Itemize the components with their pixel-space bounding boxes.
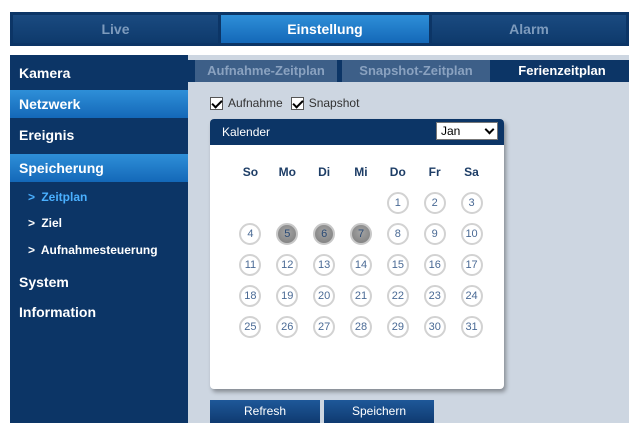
sidebar-item-speicherung[interactable]: Speicherung — [10, 154, 188, 182]
calendar-day[interactable]: 6 — [313, 223, 336, 245]
weekday-label: Fr — [428, 165, 441, 179]
aufnahme-checkbox[interactable] — [210, 96, 223, 110]
aufnahme-label: Aufnahme — [228, 96, 283, 110]
sidebar-subitem-label: Aufnahmesteuerung — [40, 243, 158, 257]
calendar-day[interactable]: 15 — [386, 254, 409, 276]
chevron-right-icon: > — [28, 243, 36, 257]
sidebar-item-information[interactable]: Information — [10, 298, 188, 326]
month-select-value: Jan — [441, 124, 461, 138]
chevron-right-icon: > — [28, 216, 36, 230]
calendar-title: Kalender — [222, 125, 271, 139]
tab-ferienzeitplan[interactable]: Ferienzeitplan — [495, 60, 629, 82]
sidebar-item-system[interactable]: System — [10, 268, 188, 296]
calendar-day[interactable]: 30 — [423, 316, 446, 338]
chevron-right-icon: > — [28, 190, 36, 204]
calendar-day[interactable]: 1 — [386, 192, 409, 214]
tab-einstellung[interactable]: Einstellung — [221, 15, 429, 43]
weekday-label: Mi — [354, 165, 368, 179]
sidebar-item-ereignis[interactable]: Ereignis — [10, 121, 188, 149]
snapshot-label: Snapshot — [308, 96, 360, 110]
tab-snapshot-zeitplan[interactable]: Snapshot-Zeitplan — [342, 60, 490, 82]
calendar-day[interactable]: 24 — [460, 285, 483, 307]
calendar-day[interactable]: 5 — [276, 223, 299, 245]
calendar-day[interactable]: 9 — [423, 223, 446, 245]
calendar-day[interactable]: 27 — [313, 316, 336, 338]
calendar-day[interactable]: 21 — [350, 285, 372, 307]
refresh-button[interactable]: Refresh — [210, 400, 320, 423]
chevron-down-icon — [484, 124, 495, 135]
weekday-label: So — [242, 165, 259, 179]
main-panel: Aufnahme-Zeitplan Snapshot-Zeitplan Feri… — [188, 55, 629, 423]
calendar-day[interactable]: 25 — [239, 316, 262, 338]
calendar-day[interactable]: 14 — [350, 254, 372, 276]
calendar-day[interactable]: 3 — [460, 192, 483, 214]
calendar-day[interactable]: 31 — [460, 316, 483, 338]
sidebar-subitem-aufnahmesteuerung[interactable]: > Aufnahmesteuerung — [10, 239, 188, 261]
sidebar-subitem-label: Ziel — [41, 216, 63, 230]
calendar-day[interactable]: 18 — [239, 285, 262, 307]
calendar-day[interactable]: 23 — [423, 285, 446, 307]
calendar-day[interactable]: 22 — [386, 285, 409, 307]
weekday-label: Mo — [278, 165, 296, 179]
save-button[interactable]: Speichern — [324, 400, 434, 423]
calendar-day[interactable]: 13 — [313, 254, 336, 276]
schedule-tabs: Aufnahme-Zeitplan Snapshot-Zeitplan Feri… — [188, 60, 629, 82]
sidebar-subitem-ziel[interactable]: > Ziel — [10, 212, 188, 234]
tab-aufnahme-zeitplan[interactable]: Aufnahme-Zeitplan — [195, 60, 337, 82]
calendar-day[interactable]: 4 — [239, 223, 262, 245]
weekday-label: Sa — [464, 165, 479, 179]
sidebar-item-kamera[interactable]: Kamera — [10, 59, 188, 87]
calendar-day[interactable]: 20 — [313, 285, 336, 307]
top-navigation: Live Einstellung Alarm — [10, 12, 629, 46]
calendar-day[interactable]: 12 — [276, 254, 299, 276]
snapshot-checkbox[interactable] — [290, 96, 304, 110]
tab-alarm[interactable]: Alarm — [432, 15, 626, 43]
calendar: Kalender Jan So Mo Di Mi Do Fr Sa 1 2 3 4 5 6 7 8 9 10 1… — [210, 119, 504, 389]
sidebar: Kamera Netzwerk Ereignis Speicherung > Z… — [10, 55, 188, 423]
calendar-day[interactable]: 7 — [350, 223, 372, 245]
calendar-day[interactable]: 17 — [460, 254, 483, 276]
calendar-day[interactable]: 19 — [276, 285, 299, 307]
month-select[interactable]: Jan — [436, 122, 498, 140]
checkbox-row: Aufnahme Snapshot — [210, 95, 367, 111]
weekday-label: Di — [318, 165, 331, 179]
sidebar-subitem-label: Zeitplan — [41, 190, 88, 204]
calendar-day[interactable]: 29 — [386, 316, 409, 338]
calendar-day[interactable]: 16 — [423, 254, 446, 276]
weekday-header: So Mo Di Mi Do Fr Sa — [232, 165, 490, 179]
calendar-day[interactable]: 2 — [423, 192, 446, 214]
sidebar-item-netzwerk[interactable]: Netzwerk — [10, 90, 188, 118]
calendar-day[interactable]: 26 — [276, 316, 299, 338]
tab-live[interactable]: Live — [13, 15, 218, 43]
sidebar-subitem-zeitplan[interactable]: > Zeitplan — [10, 186, 188, 208]
calendar-day[interactable]: 28 — [350, 316, 372, 338]
calendar-day[interactable]: 10 — [460, 223, 483, 245]
calendar-day[interactable]: 11 — [239, 254, 262, 276]
weekday-label: Do — [389, 165, 406, 179]
calendar-day[interactable]: 8 — [386, 223, 409, 245]
